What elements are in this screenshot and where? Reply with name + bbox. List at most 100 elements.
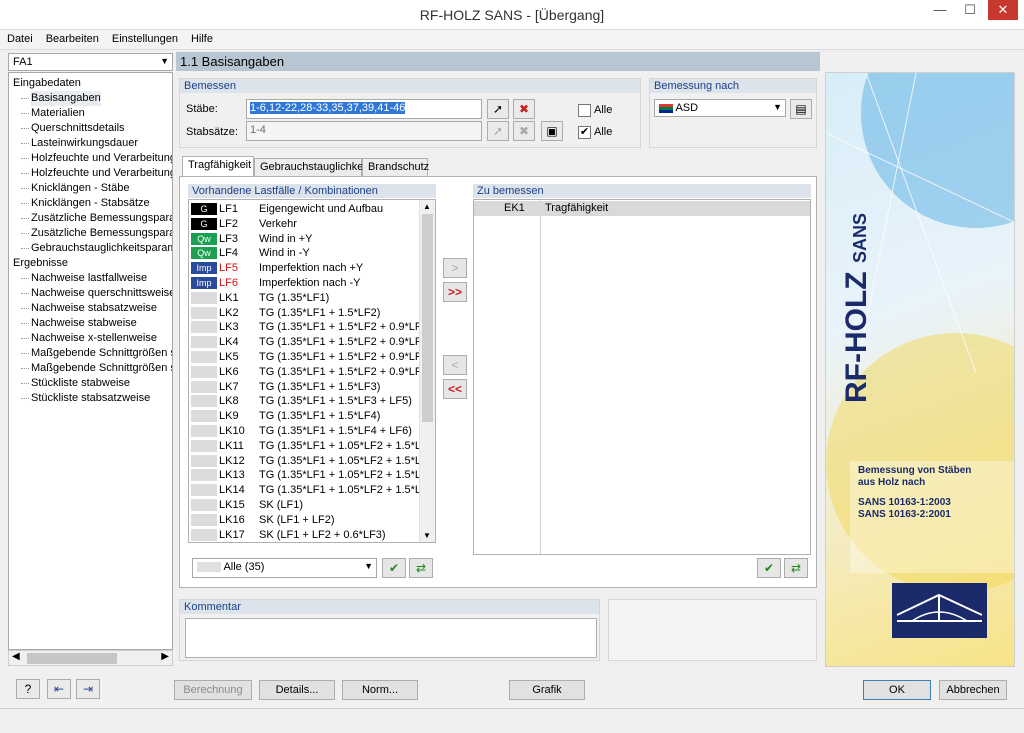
menu-hilfe[interactable]: Hilfe <box>184 30 219 45</box>
ok-button[interactable]: OK <box>863 680 931 700</box>
scroll-down-icon[interactable]: ▼ <box>423 531 431 540</box>
table-row[interactable]: LK10 TG (1.35*LF1 + 1.5*LF4 + LF6) <box>189 424 419 439</box>
help-button[interactable]: ? <box>16 679 40 699</box>
table-row[interactable]: G LF1 Eigengewicht und Aufbau <box>189 202 419 217</box>
menu-bearbeiten[interactable]: Bearbeiten <box>39 30 105 45</box>
tree-item[interactable]: Nachweise lastfallweise <box>20 271 147 286</box>
tree-item[interactable]: Materialien <box>21 106 85 121</box>
table-row[interactable]: LK17 SK (LF1 + LF2 + 0.6*LF3) <box>189 528 419 542</box>
table-row[interactable]: LK11 TG (1.35*LF1 + 1.05*LF2 + 1.5*LF <box>189 439 428 454</box>
alle-staebe-checkbox[interactable] <box>578 104 591 117</box>
invert-left-button[interactable]: ⇄ <box>409 558 433 578</box>
table-row[interactable]: LK14 TG (1.35*LF1 + 1.05*LF2 + 1.5*LF <box>189 483 428 498</box>
tree-item[interactable]: Nachweise x-stellenweise <box>21 331 157 346</box>
table-row[interactable]: LK8 TG (1.35*LF1 + 1.5*LF3 + LF5) <box>189 394 419 409</box>
settings-icon: ▤ <box>795 102 807 116</box>
alle-stabsaetze-checkbox[interactable]: ✔ <box>578 126 591 139</box>
table-row[interactable]: G LF2 Verkehr <box>189 217 419 232</box>
table-row[interactable]: LK7 TG (1.35*LF1 + 1.5*LF3) <box>189 380 419 395</box>
next-page-button[interactable]: ⇥ <box>76 679 100 699</box>
move-left-button[interactable]: < <box>443 355 467 375</box>
loads-vertical-scrollbar[interactable]: ▲ ▼ <box>419 200 435 542</box>
delete-sets-button[interactable]: ✖ <box>513 121 535 141</box>
tree-item[interactable]: Nachweise querschnittsweise <box>20 286 172 301</box>
minimize-icon[interactable]: — <box>926 0 954 20</box>
table-row[interactable]: LK12 TG (1.35*LF1 + 1.05*LF2 + 1.5*LF <box>189 454 428 469</box>
table-row[interactable]: Imp LF5 Imperfektion nach +Y <box>189 261 419 276</box>
dlubal-bridge-icon <box>892 583 987 638</box>
details-button[interactable]: Details... <box>259 680 335 700</box>
table-row[interactable]: Qw LF4 Wind in -Y <box>189 246 419 261</box>
tree-item[interactable]: Gebrauchstauglichkeitsparamet <box>21 241 172 256</box>
delete-members-button[interactable]: ✖ <box>513 99 535 119</box>
table-row[interactable]: Qw LF3 Wind in +Y <box>189 232 419 247</box>
tree-item[interactable]: Stückliste stabweise <box>20 376 130 391</box>
tree-item[interactable]: Knicklängen - Stabsätze <box>21 196 150 211</box>
berechnung-button[interactable]: Berechnung <box>174 680 252 700</box>
pick-sets-button[interactable]: ➚ <box>487 121 509 141</box>
tree-item[interactable]: Querschnittsdetails <box>21 121 125 136</box>
load-type-badge <box>191 425 217 437</box>
menu-einstellungen[interactable]: Einstellungen <box>105 30 184 45</box>
stabsaetze-input[interactable]: 1-4 <box>246 121 482 141</box>
scroll-up-icon[interactable]: ▲ <box>423 202 431 211</box>
code-settings-button[interactable]: ▤ <box>790 99 812 119</box>
scroll-left-icon[interactable]: ◀ <box>12 651 20 662</box>
tree-root-results[interactable]: Ergebnisse <box>13 256 68 271</box>
tree-item-basisangaben[interactable]: Basisangaben <box>21 91 101 106</box>
table-row[interactable]: LK1 TG (1.35*LF1) <box>189 291 419 306</box>
table-row[interactable]: EK1 Tragfähigkeit <box>474 201 810 216</box>
abbrechen-button[interactable]: Abbrechen <box>939 680 1007 700</box>
grafik-button[interactable]: Grafik <box>509 680 585 700</box>
kommentar-input[interactable] <box>185 618 597 658</box>
previous-page-button[interactable]: ⇤ <box>47 679 71 699</box>
tab-gebrauchstauglichkeit[interactable]: Gebrauchstauglichkeit <box>254 158 369 176</box>
maximize-icon[interactable]: ☐ <box>956 0 984 20</box>
close-button[interactable]: ✕ <box>988 0 1018 20</box>
staebe-input[interactable]: 1-6,12-22,28-33,35,37,39,41-46 <box>246 99 482 119</box>
tree-item[interactable]: Maßgebende Schnittgrößen sta <box>20 346 172 361</box>
table-row[interactable]: LK13 TG (1.35*LF1 + 1.05*LF2 + 1.5*LF <box>189 468 428 483</box>
tree-root-input[interactable]: Eingabedaten <box>13 76 81 91</box>
tree-item[interactable]: Zusätzliche Bemessungsparame <box>21 211 172 226</box>
tree-item[interactable]: Maßgebende Schnittgrößen sta <box>20 361 172 376</box>
select-all-left-button[interactable]: ✔ <box>382 558 406 578</box>
table-row[interactable]: LK5 TG (1.35*LF1 + 1.5*LF2 + 0.9*LF4 <box>189 350 428 365</box>
stabsaetze-label: Stabsätze: <box>186 126 238 138</box>
table-row[interactable]: Imp LF6 Imperfektion nach -Y <box>189 276 419 291</box>
load-filter-select[interactable]: Alle (35) ▼ <box>192 558 377 578</box>
norm-button[interactable]: Norm... <box>342 680 418 700</box>
table-row[interactable]: LK3 TG (1.35*LF1 + 1.5*LF2 + 0.9*LF3 <box>189 320 428 335</box>
scroll-right-icon[interactable]: ▶ <box>161 651 169 662</box>
code-select[interactable]: ASD ▼ <box>654 99 786 117</box>
table-row[interactable]: LK6 TG (1.35*LF1 + 1.5*LF2 + 0.9*LF4 <box>189 365 428 380</box>
move-all-left-button[interactable]: << <box>443 379 467 399</box>
tree-item[interactable]: Holzfeuchte und Verarbeitungs <box>20 166 172 181</box>
select-all-right-button[interactable]: ✔ <box>757 558 781 578</box>
tree-item[interactable]: Zusätzliche Bemessungsparame <box>21 226 172 241</box>
move-right-button[interactable]: > <box>443 258 467 278</box>
table-row[interactable]: LK9 TG (1.35*LF1 + 1.5*LF4) <box>189 409 419 424</box>
table-row[interactable]: LK16 SK (LF1 + LF2) <box>189 513 419 528</box>
tree-horizontal-scrollbar[interactable]: ◀ ▶ <box>8 650 173 666</box>
move-all-right-button[interactable]: >> <box>443 282 467 302</box>
tab-tragfaehigkeit[interactable]: Tragfähigkeit <box>182 156 254 177</box>
tree-item[interactable]: Nachweise stabweise <box>21 316 137 331</box>
pick-members-button[interactable]: ➚ <box>487 99 509 119</box>
tree-item[interactable]: Knicklängen - Stäbe <box>20 181 129 196</box>
scroll-thumb[interactable] <box>422 214 433 422</box>
table-row[interactable]: LK15 SK (LF1) <box>189 498 419 513</box>
table-row[interactable]: LK2 TG (1.35*LF1 + 1.5*LF2) <box>189 306 419 321</box>
table-row[interactable]: LK4 TG (1.35*LF1 + 1.5*LF2 + 0.9*LF3 <box>189 335 428 350</box>
status-bar <box>0 708 1024 733</box>
tab-brandschutz[interactable]: Brandschutz <box>362 158 429 176</box>
case-select[interactable]: FA1 ▼ <box>8 53 173 71</box>
tree-item[interactable]: Lasteinwirkungsdauer <box>20 136 138 151</box>
invert-right-button[interactable]: ⇄ <box>784 558 808 578</box>
scroll-thumb[interactable] <box>27 653 117 664</box>
tree-item[interactable]: Stückliste stabsatzweise <box>20 391 150 406</box>
menu-datei[interactable]: Datei <box>0 30 39 45</box>
tree-item[interactable]: Nachweise stabsatzweise <box>21 301 157 316</box>
tree-item[interactable]: Holzfeuchte und Verarbeitungs <box>20 151 172 166</box>
new-set-button[interactable]: ▣ <box>541 121 563 141</box>
